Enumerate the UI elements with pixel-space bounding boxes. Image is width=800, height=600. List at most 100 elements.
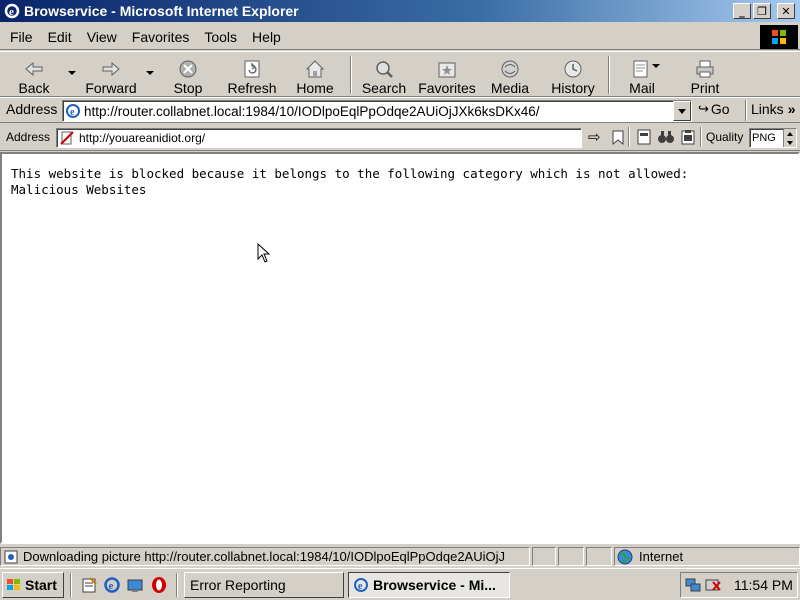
menu-bar: File Edit View Favorites Tools Help — [0, 24, 800, 50]
page-icon[interactable] — [636, 129, 652, 145]
status-panel — [586, 547, 612, 566]
status-bar: Downloading picture http://router.collab… — [0, 545, 800, 567]
task-error-reporting[interactable]: Error Reporting — [184, 572, 344, 598]
inner-address-input[interactable]: http://youareanidiot.org/ — [56, 128, 582, 148]
desktop-quicklaunch-icon[interactable] — [126, 576, 144, 594]
browservice-toolbar: Address http://youareanidiot.org/ ⇨ Qual… — [0, 124, 800, 151]
taskbar-separator — [176, 573, 178, 597]
loading-page-icon — [4, 550, 18, 563]
blocked-page-icon — [60, 131, 74, 145]
status-panel — [532, 547, 556, 566]
taskbar-separator — [70, 573, 72, 597]
clipboard-icon[interactable] — [680, 129, 696, 145]
zone-text: Internet — [639, 549, 684, 564]
window-title: Browservice - Microsoft Internet Explore… — [24, 3, 299, 19]
globe-icon — [617, 549, 633, 564]
mail-button[interactable]: Mail — [624, 54, 660, 96]
ie-quicklaunch-icon[interactable]: e — [103, 576, 121, 594]
status-text-panel: Downloading picture http://router.collab… — [0, 547, 530, 566]
title-bar[interactable]: e Browservice - Microsoft Internet Explo… — [0, 0, 800, 22]
windows-logo — [760, 25, 798, 49]
search-icon — [376, 61, 393, 78]
print-button[interactable]: Print — [686, 54, 724, 96]
favorites-star-icon — [438, 62, 456, 78]
zone-panel: Internet — [614, 547, 800, 566]
status-text: Downloading picture http://router.collab… — [23, 549, 506, 564]
printer-icon — [696, 60, 714, 78]
mouse-cursor-icon — [257, 243, 271, 263]
dropdown-arrow-icon — [678, 108, 686, 114]
media-icon — [501, 60, 519, 78]
svg-text:e: e — [70, 107, 75, 118]
page-content[interactable]: This website is blocked because it belon… — [0, 152, 800, 544]
toolbar-separator — [745, 100, 747, 121]
taskbar: Start e Error Reporting e Browservice - … — [0, 568, 800, 600]
menu-view[interactable]: View — [87, 29, 117, 45]
stop-button[interactable]: Stop — [168, 54, 208, 96]
blocked-message-line1: This website is blocked because it belon… — [11, 166, 689, 181]
address-input[interactable]: e http://router.collabnet.local:1984/10/… — [62, 100, 692, 122]
menu-favorites[interactable]: Favorites — [132, 29, 190, 45]
toolbar-separator — [628, 127, 630, 147]
back-dropdown-arrow[interactable] — [68, 71, 76, 75]
security-tray-icon[interactable] — [704, 576, 722, 594]
minimize-button[interactable]: _ — [733, 3, 751, 19]
find-binoculars-icon[interactable] — [657, 129, 675, 145]
quality-spinner[interactable] — [783, 129, 796, 147]
windows-flag-icon — [7, 579, 20, 590]
network-tray-icon[interactable] — [684, 576, 702, 594]
links-button[interactable]: Links » — [751, 101, 795, 117]
svg-text:e: e — [109, 580, 114, 592]
task-browservice[interactable]: e Browservice - Mi... — [348, 572, 510, 598]
minimize-icon: _ — [739, 4, 745, 18]
go-button[interactable]: ↪ Go — [698, 101, 730, 117]
history-button[interactable]: History — [548, 54, 598, 96]
standard-toolbar: Back Forward Stop Refresh Home Search Fa… — [0, 51, 800, 97]
address-dropdown-button[interactable] — [673, 101, 691, 121]
restore-icon: ❐ — [757, 4, 767, 18]
home-button[interactable]: Home — [292, 54, 338, 96]
media-button[interactable]: Media — [488, 54, 532, 96]
quality-select[interactable]: PNG — [749, 128, 797, 148]
inner-address-label: Address — [6, 130, 51, 144]
toolbar-separator — [608, 56, 610, 94]
forward-button[interactable]: Forward — [82, 54, 140, 96]
menu-tools[interactable]: Tools — [204, 29, 237, 45]
notepad-quicklaunch-icon[interactable] — [80, 576, 98, 594]
blocked-message: This website is blocked because it belon… — [11, 166, 688, 198]
chevron-right-icon: » — [787, 101, 796, 117]
close-button[interactable]: ✕ — [777, 3, 795, 19]
inner-url: http://youareanidiot.org/ — [79, 131, 206, 145]
history-clock-icon — [564, 60, 582, 78]
menu-help[interactable]: Help — [252, 29, 281, 45]
refresh-button[interactable]: Refresh — [226, 54, 278, 96]
spin-up-icon — [787, 131, 793, 136]
favorites-button[interactable]: Favorites — [416, 54, 478, 96]
restore-button[interactable]: ❐ — [753, 3, 771, 19]
inner-go-arrow-icon[interactable]: ⇨ — [588, 128, 601, 146]
menu-edit[interactable]: Edit — [48, 29, 72, 45]
system-tray: 11:54 PM — [680, 572, 798, 598]
blocked-category: Malicious Websites — [11, 182, 147, 197]
spin-down-icon — [787, 140, 793, 145]
bookmark-icon[interactable] — [612, 130, 624, 145]
go-arrow-icon: ↪ — [698, 101, 709, 117]
quality-value: PNG — [752, 132, 776, 144]
toolbar-separator — [700, 127, 702, 147]
quality-label: Quality — [706, 130, 744, 144]
search-button[interactable]: Search — [360, 54, 408, 96]
back-button[interactable]: Back — [12, 54, 56, 96]
back-arrow-icon — [25, 61, 43, 77]
start-button[interactable]: Start — [2, 572, 64, 598]
menu-file[interactable]: File — [10, 29, 33, 45]
mail-dropdown-arrow[interactable] — [652, 64, 660, 68]
home-icon — [305, 60, 325, 78]
address-label: Address — [6, 101, 58, 117]
clock[interactable]: 11:54 PM — [734, 577, 793, 593]
ie-task-icon: e — [354, 578, 368, 592]
ie-page-icon: e — [66, 104, 80, 118]
forward-dropdown-arrow[interactable] — [146, 71, 154, 75]
ie-icon: e — [4, 3, 20, 19]
opera-quicklaunch-icon[interactable] — [150, 576, 168, 594]
mail-icon — [633, 60, 648, 78]
